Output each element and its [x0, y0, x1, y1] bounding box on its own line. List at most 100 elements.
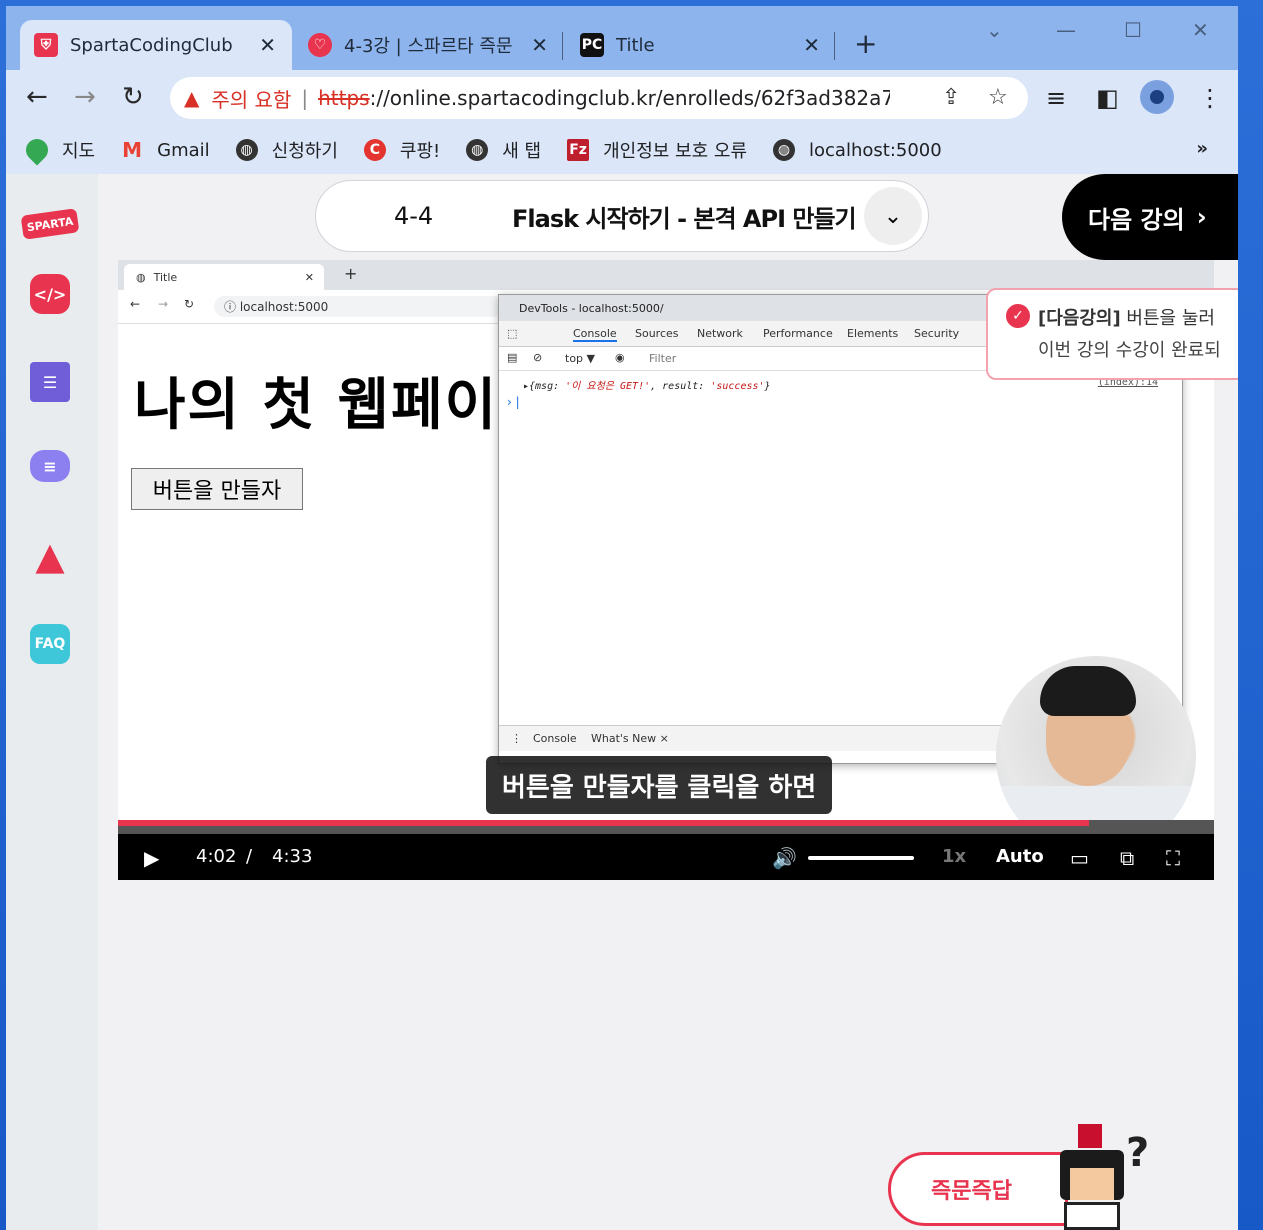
new-tab-button[interactable]: + [854, 30, 877, 58]
check-icon: ✓ [1006, 304, 1030, 328]
webcam-hair [1040, 666, 1136, 716]
tab-search-icon[interactable]: ⌄ [986, 18, 1003, 42]
minimize-icon[interactable]: — [1056, 18, 1076, 42]
bookmark-star-icon[interactable]: ☆ [988, 85, 1008, 110]
close-icon[interactable]: ✕ [803, 33, 820, 57]
console-log-entry: ▸{msg: '이 요청은 GET!', result: 'success'} [523, 377, 771, 392]
video-tab-title: Title [153, 270, 178, 284]
devtools-tab-console: Console [573, 327, 617, 342]
security-warning[interactable]: 주의 요함 [211, 84, 291, 113]
close-window-icon[interactable]: ✕ [1192, 18, 1209, 42]
log-suffix: } [764, 381, 771, 392]
drawer-tab-console: Console [533, 732, 577, 745]
drawer-tab-whats-new: What's New × [591, 732, 669, 745]
share-icon[interactable]: ⇪ [942, 85, 960, 110]
address-separator: | [301, 86, 309, 110]
side-panel-icon[interactable]: ◧ [1096, 84, 1119, 112]
lecture-page: SPARTA </> ☰ ≡ ▲ FAQ 4-4 Flask 시작하기 - 본격… [6, 174, 1238, 1230]
sparta-mascot-icon[interactable] [1056, 1124, 1136, 1230]
question-mark-icon: ? [1126, 1130, 1150, 1176]
bookmark-privacy-error[interactable]: Fz 개인정보 보호 오류 [567, 137, 747, 163]
devtools-tab-elements: Elements [847, 327, 899, 340]
bookmarks-bar: 지도 M Gmail ◍ 신청하기 C 쿠팡! ◍ 새 탭 Fz 개인정보 보호… [6, 126, 1238, 174]
close-icon: ✕ [304, 270, 314, 284]
bookmark-label: 지도 [62, 141, 96, 162]
context-select: top ▼ [565, 352, 595, 365]
bookmark-label: 개인정보 보호 오류 [603, 141, 748, 162]
lecture-title: Flask 시작하기 - 본격 API 만들기 ( [512, 204, 862, 233]
log-msg: '이 요청은 GET!' [565, 381, 651, 392]
bookmark-label: 신청하기 [271, 141, 338, 162]
video-url-text: localhost:5000 [239, 300, 329, 314]
lecture-selector[interactable]: 4-4 Flask 시작하기 - 본격 API 만들기 ( ⌄ [315, 180, 929, 252]
maps-pin-icon [21, 134, 53, 166]
bookmark-coupang[interactable]: C 쿠팡! [363, 137, 440, 163]
video-url-box: ⓘ localhost:5000 [214, 296, 504, 317]
code-icon[interactable]: </> [30, 274, 70, 314]
tab-title[interactable]: PC Title ✕ [566, 20, 836, 70]
globe-icon: ◍ [136, 270, 146, 284]
forward-icon[interactable]: → [74, 84, 96, 110]
pycharm-icon: PC [580, 33, 604, 57]
browser-window: ⛨ SpartaCodingClub ✕ ♡ 4-3강 | 스파르타 즉문 ✕ … [6, 6, 1238, 1230]
bookmark-new-tab[interactable]: ◍ 새 탭 [466, 137, 541, 163]
close-icon[interactable]: ✕ [259, 33, 276, 57]
next-lecture-button[interactable]: 다음 강의 › [1062, 174, 1238, 260]
tab-sparta-qna[interactable]: ♡ 4-3강 | 스파르타 즉문 ✕ [294, 20, 564, 70]
subtitles-icon[interactable]: ▭ [1070, 846, 1089, 870]
left-sidebar: SPARTA </> ☰ ≡ ▲ FAQ [6, 174, 98, 1230]
reload-icon: ↻ [184, 297, 195, 311]
bookmark-localhost[interactable]: ◍ localhost:5000 [773, 139, 942, 161]
bookmark-apply[interactable]: ◍ 신청하기 [235, 137, 338, 163]
console-filter: Filter [649, 352, 677, 365]
volume-icon[interactable]: 🔊 [772, 846, 797, 870]
warning-icon[interactable]: ▲ [30, 534, 70, 578]
video-progress-fill [118, 820, 1090, 826]
next-lecture-tooltip: ✓ [다음강의] 버튼을 눌러 이번 강의 수강이 완료되 [986, 288, 1238, 380]
menu-kebab-icon[interactable]: ⋮ [1198, 84, 1222, 112]
time-separator: / [246, 846, 253, 867]
duration: 4:33 [272, 846, 313, 867]
picture-in-picture-icon[interactable]: ⧉ [1120, 846, 1134, 870]
video-page-heading: 나의 첫 웹페이 [134, 373, 499, 438]
tooltip-bold: [다음강의] [1038, 308, 1121, 329]
close-icon[interactable]: ✕ [531, 33, 548, 57]
tab-label: 4-3강 | 스파르타 즉문 [344, 36, 513, 57]
url-scheme: https [318, 86, 370, 110]
gmail-icon: M [122, 138, 143, 162]
current-time: 4:02 [196, 846, 237, 867]
video-browser-tabstrip: ◍ Title ✕ + [118, 260, 1214, 290]
bookmarks-overflow-button[interactable]: » [1196, 138, 1208, 159]
maximize-icon[interactable]: ☐ [1124, 18, 1142, 42]
video-caption: 버튼을 만들자를 클릭을 하면 [486, 756, 833, 814]
bookmark-maps[interactable]: 지도 [21, 134, 96, 166]
back-icon[interactable]: ← [26, 84, 48, 110]
profile-avatar[interactable] [1140, 80, 1174, 114]
volume-slider[interactable] [808, 856, 914, 860]
play-icon[interactable]: ▶ [144, 846, 159, 870]
address-bar[interactable]: ▲ 주의 요함 | https ://online.spartacodingcl… [170, 77, 1028, 119]
playback-speed[interactable]: 1x [942, 846, 966, 867]
tab-separator [562, 32, 563, 60]
tab-spartacodingclub[interactable]: ⛨ SpartaCodingClub ✕ [20, 20, 292, 70]
tab-strip: ⛨ SpartaCodingClub ✕ ♡ 4-3강 | 스파르타 즉문 ✕ … [6, 6, 1238, 70]
bookmark-gmail[interactable]: M Gmail [121, 138, 209, 162]
devtools-tab-sources: Sources [635, 327, 679, 340]
faq-icon[interactable]: FAQ [30, 624, 70, 664]
reload-icon[interactable]: ↻ [122, 84, 144, 110]
console-prompt: › | [507, 395, 520, 409]
quality-selector[interactable]: Auto [996, 846, 1044, 867]
eye-icon: ◉ [615, 351, 625, 364]
mascot-body [1064, 1202, 1120, 1230]
mascot-face [1070, 1168, 1114, 1200]
fullscreen-icon[interactable]: ⛶ [1166, 846, 1180, 870]
checklist-icon[interactable]: ☰ [30, 362, 70, 402]
video-progress-bar[interactable] [118, 820, 1214, 834]
chat-icon[interactable]: ≡ [30, 450, 70, 482]
sparta-logo[interactable]: SPARTA [20, 208, 80, 240]
media-control-icon[interactable]: ≡ [1046, 84, 1066, 112]
chevron-down-icon[interactable]: ⌄ [864, 187, 922, 245]
qna-chatbot-button[interactable]: 즉문즉답 [888, 1152, 1068, 1226]
mascot-hat [1078, 1124, 1102, 1148]
devtools-tab-network: Network [697, 327, 743, 340]
